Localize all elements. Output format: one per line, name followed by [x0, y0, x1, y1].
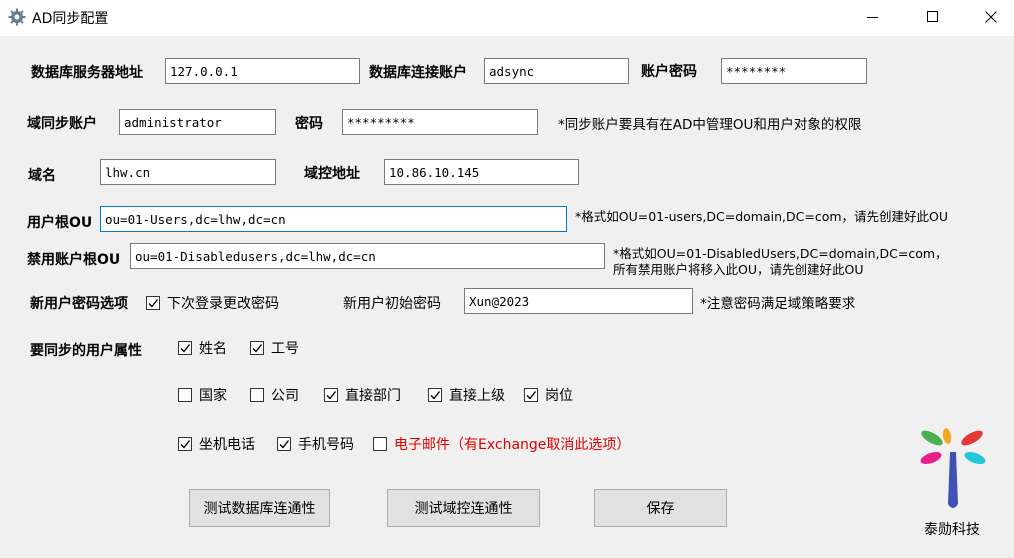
checkmark-icon [326, 391, 337, 400]
checkbox-box [178, 388, 192, 402]
init-pwd-note: *注意密码满足域策略要求 [700, 296, 856, 312]
attr-employee-id-label: 工号 [271, 341, 299, 357]
attr-landline-label: 坐机电话 [199, 437, 255, 453]
checkbox-box [324, 388, 338, 402]
checkmark-icon [180, 344, 191, 353]
checkbox-box [178, 437, 192, 451]
user-ou-input[interactable] [100, 206, 567, 232]
checkbox-box [250, 388, 264, 402]
checkbox-box [524, 388, 538, 402]
init-pwd-label: 新用户初始密码 [343, 296, 441, 312]
disabled-ou-label: 禁用账户根OU [27, 252, 121, 268]
domain-controller-label: 域控地址 [304, 166, 360, 182]
attr-manager-checkbox[interactable]: 直接上级 [428, 385, 505, 405]
test-db-connection-button[interactable]: 测试数据库连通性 [189, 489, 330, 527]
domain-sync-password-input[interactable] [342, 109, 538, 135]
checkbox-box [428, 388, 442, 402]
attr-country-checkbox[interactable]: 国家 [178, 385, 227, 405]
gear-icon [8, 8, 26, 26]
domain-sync-note: *同步账户要具有在AD中管理OU和用户对象的权限 [558, 117, 862, 133]
checkmark-icon [148, 299, 159, 308]
maximize-button[interactable] [910, 0, 956, 34]
domain-sync-account-input[interactable] [119, 109, 276, 135]
disabled-ou-input[interactable] [130, 243, 605, 269]
checkbox-box [178, 341, 192, 355]
maximize-icon [927, 11, 938, 22]
user-ou-note: *格式如OU=01-users,DC=domain,DC=com，请先创建好此O… [575, 209, 949, 224]
db-server-input[interactable] [165, 58, 360, 84]
test-dc-connection-button[interactable]: 测试域控连通性 [387, 489, 540, 527]
attr-company-checkbox[interactable]: 公司 [250, 385, 299, 405]
attr-mobile-checkbox[interactable]: 手机号码 [277, 434, 354, 454]
attr-position-checkbox[interactable]: 岗位 [524, 385, 573, 405]
db-password-label: 账户密码 [641, 64, 697, 80]
attr-country-label: 国家 [199, 388, 227, 404]
db-server-label: 数据库服务器地址 [31, 65, 143, 81]
user-ou-label: 用户根OU [27, 215, 93, 231]
new-user-pwd-options-label: 新用户密码选项 [30, 296, 128, 312]
checkmark-icon [430, 391, 441, 400]
domain-sync-account-label: 域同步账户 [27, 116, 97, 132]
brand-name: 泰勋科技 [924, 522, 980, 538]
disabled-ou-note-line2: 所有禁用账户将移入此OU，请先创建好此OU [613, 262, 864, 277]
db-account-label: 数据库连接账户 [369, 65, 467, 81]
close-icon [985, 11, 997, 23]
title-bar: AD同步配置 [0, 0, 1014, 36]
domain-sync-password-label: 密码 [295, 116, 323, 132]
attr-email-checkbox[interactable]: 电子邮件（有Exchange取消此选项） [373, 434, 630, 454]
company-logo-icon [920, 428, 986, 508]
disabled-ou-note-line1: *格式如OU=01-DisabledUsers,DC=domain,DC=com… [613, 246, 948, 261]
sync-attributes-label: 要同步的用户属性 [30, 343, 142, 359]
checkmark-icon [279, 440, 290, 449]
attr-manager-label: 直接上级 [449, 388, 505, 404]
db-account-input[interactable] [484, 58, 629, 84]
init-pwd-input[interactable] [464, 288, 693, 314]
minimize-button[interactable] [850, 0, 896, 34]
attr-company-label: 公司 [271, 388, 299, 404]
domain-name-label: 域名 [28, 168, 56, 184]
attr-department-checkbox[interactable]: 直接部门 [324, 385, 401, 405]
checkbox-box [250, 341, 264, 355]
attr-mobile-label: 手机号码 [298, 437, 354, 453]
checkmark-icon [526, 391, 537, 400]
attr-department-label: 直接部门 [345, 388, 401, 404]
domain-name-input[interactable] [100, 159, 276, 185]
attr-name-checkbox[interactable]: 姓名 [178, 338, 227, 358]
db-password-input[interactable] [721, 58, 867, 84]
checkbox-box [277, 437, 291, 451]
close-button[interactable] [968, 0, 1014, 34]
checkmark-icon [252, 344, 263, 353]
save-button[interactable]: 保存 [594, 489, 727, 527]
checkbox-box [373, 437, 387, 451]
window-title: AD同步配置 [32, 11, 109, 27]
attr-email-label: 电子邮件（有Exchange取消此选项） [394, 437, 631, 453]
checkbox-box [146, 296, 160, 310]
change-pwd-next-login-label: 下次登录更改密码 [167, 296, 279, 312]
minimize-icon [867, 17, 878, 18]
attr-position-label: 岗位 [545, 388, 573, 404]
attr-name-label: 姓名 [199, 341, 227, 357]
attr-landline-checkbox[interactable]: 坐机电话 [178, 434, 255, 454]
change-pwd-next-login-checkbox[interactable]: 下次登录更改密码 [146, 293, 279, 313]
attr-employee-id-checkbox[interactable]: 工号 [250, 338, 299, 358]
domain-controller-input[interactable] [384, 159, 579, 185]
checkmark-icon [180, 440, 191, 449]
